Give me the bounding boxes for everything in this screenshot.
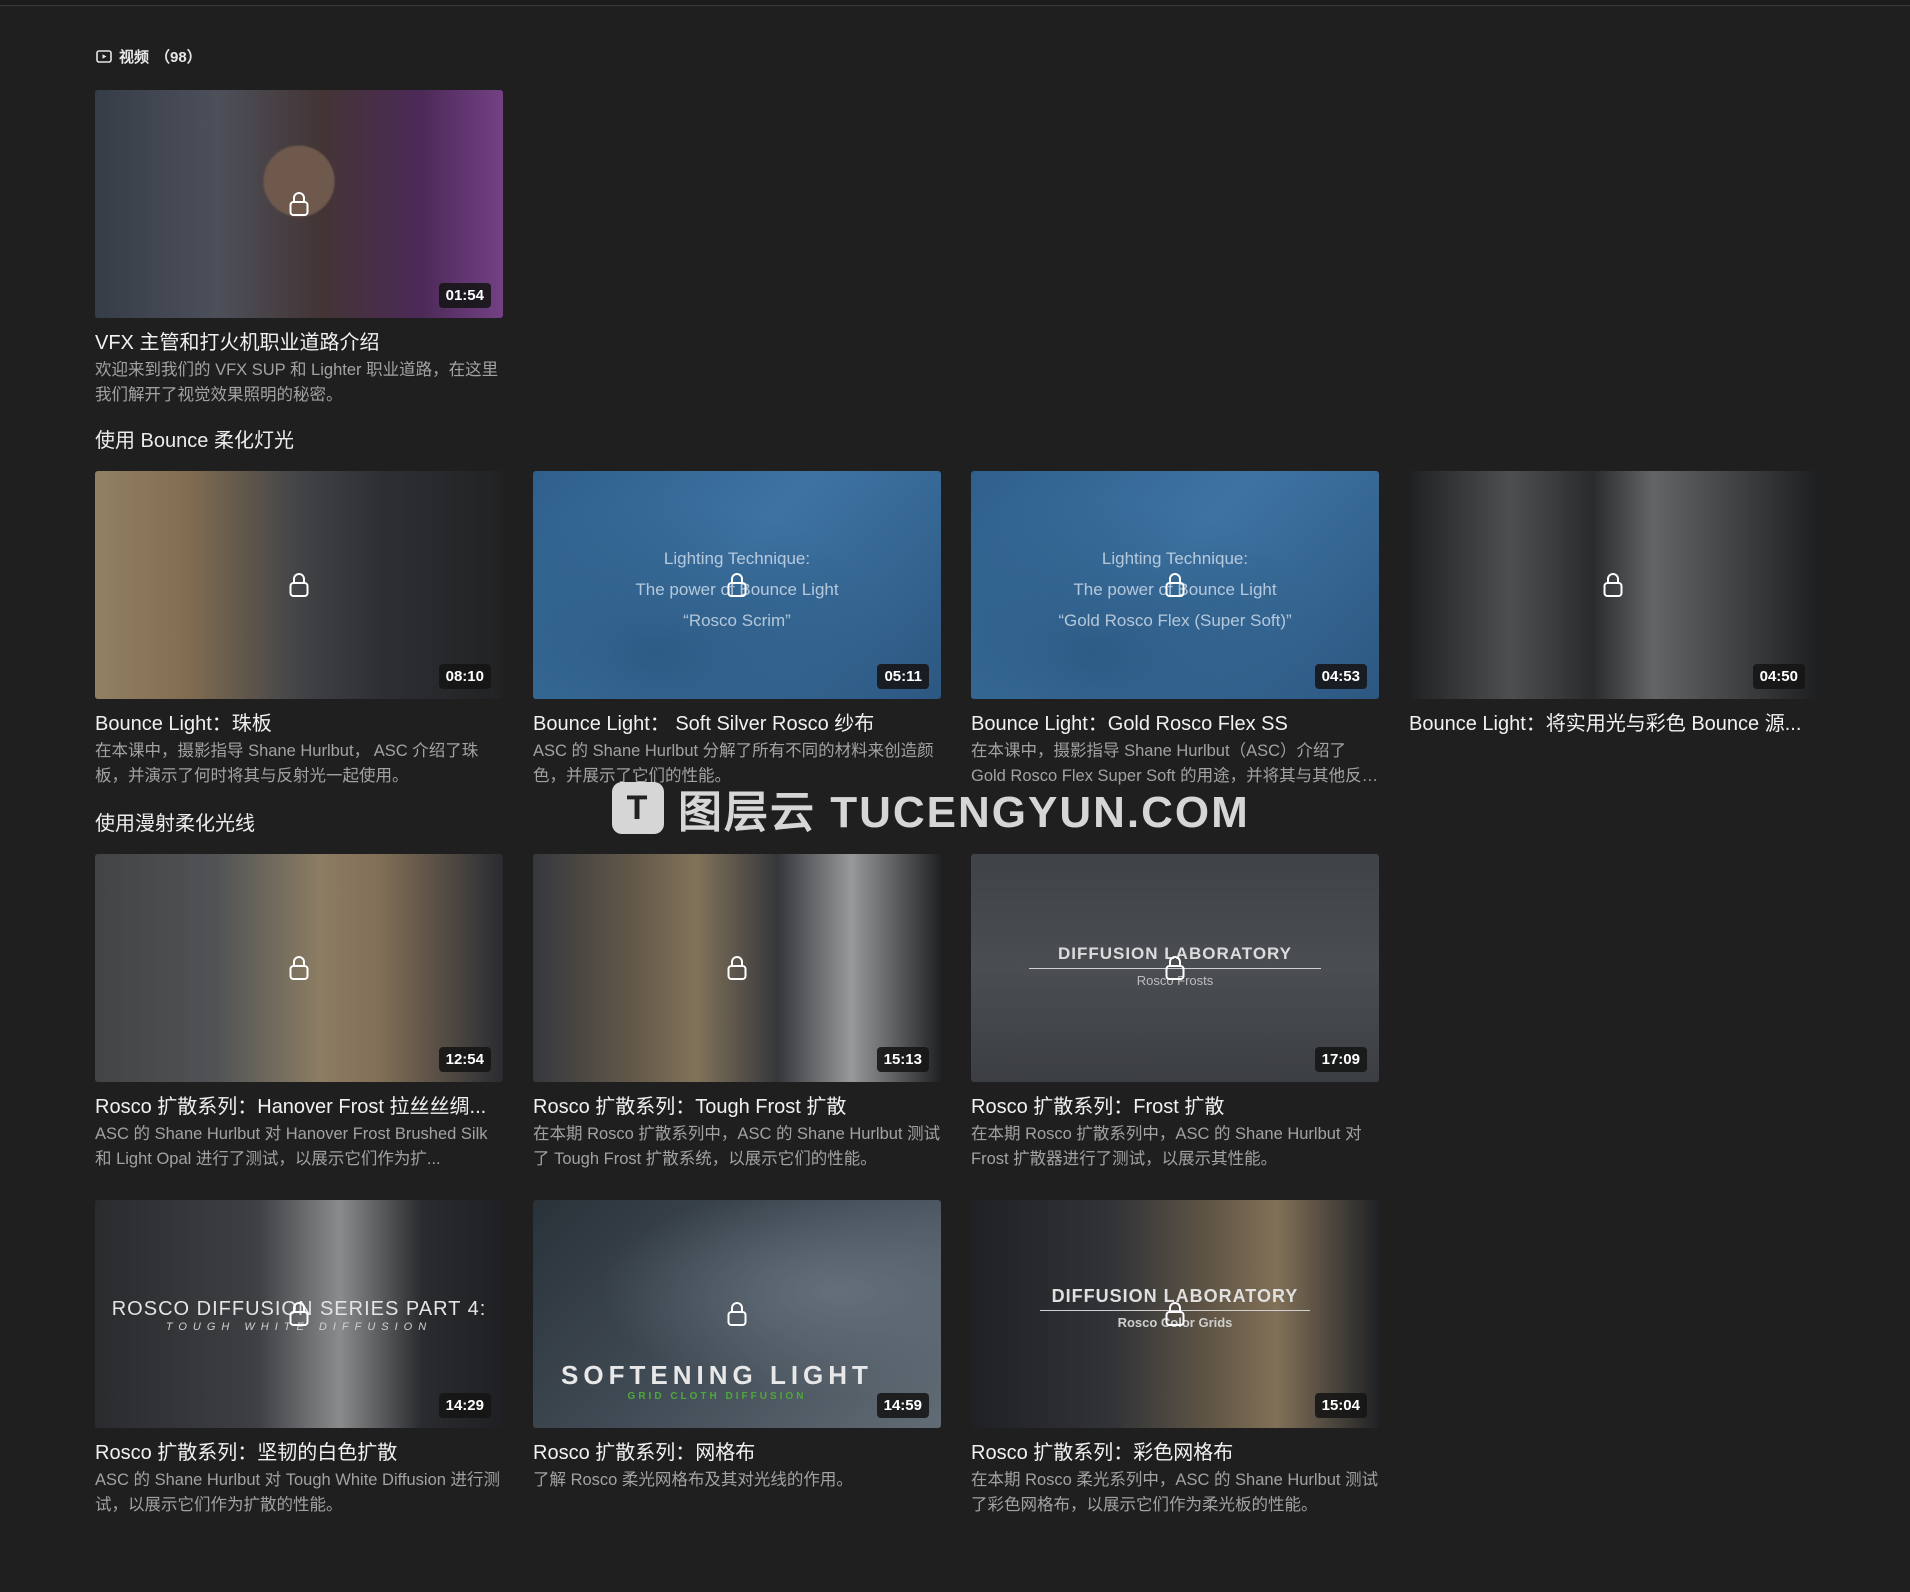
video-description: 欢迎来到我们的 VFX SUP 和 Lighter 职业道路，在这里我们解开了视… [95,361,499,404]
section-title-diffusion: 使用漫射柔化光线 [95,813,255,835]
duration-badge: 05:11 [877,664,929,689]
video-description: ASC 的 Shane Hurlbut 对 Hanover Frost Brus… [95,1125,488,1168]
video-thumbnail[interactable]: Lighting Technique: The power of Bounce … [533,471,941,699]
video-thumbnail[interactable]: 08:10 [95,471,503,699]
video-title[interactable]: VFX 主管和打火机职业道路介绍 [95,330,503,356]
video-description: 在本期 Rosco 扩散系列中，ASC 的 Shane Hurlbut 测试了 … [533,1125,941,1168]
lock-icon [289,956,309,980]
video-thumbnail[interactable]: Lighting Technique: The power of Bounce … [971,471,1379,699]
video-title[interactable]: Rosco 扩散系列：网格布 [533,1440,941,1466]
duration-badge: 17:09 [1314,1047,1367,1072]
video-thumbnail[interactable]: 01:54 [95,90,503,318]
video-title[interactable]: Bounce Light：Gold Rosco Flex SS [971,711,1379,737]
video-title[interactable]: Bounce Light： Soft Silver Rosco 纱布 [533,711,941,737]
video-description [1409,739,1817,789]
video-thumbnail[interactable]: 12:54 [95,854,503,1082]
video-card[interactable]: 15:13 Rosco 扩散系列：Tough Frost 扩散 在本期 Rosc… [533,854,941,1172]
video-thumbnail[interactable]: DIFFUSION LABORATORY Rosco Frosts 17:09 [971,854,1379,1082]
video-card[interactable]: DIFFUSION LABORATORY Rosco Frosts 17:09 … [971,854,1379,1172]
video-card[interactable]: 12:54 Rosco 扩散系列：Hanover Frost 拉丝丝绸... A… [95,854,503,1172]
lock-icon [289,192,309,216]
video-card[interactable]: ROSCO DIFFUSION SERIES PART 4: TOUGH WHI… [95,1200,503,1518]
video-card[interactable]: Lighting Technique: The power of Bounce … [971,471,1379,789]
videos-header-count: （98） [155,48,202,66]
video-title[interactable]: Bounce Light：将实用光与彩色 Bounce 源... [1409,711,1817,737]
lock-icon [727,573,747,597]
lock-icon [289,1302,309,1326]
duration-badge: 04:50 [1752,664,1805,689]
featured-video-card[interactable]: 01:54 VFX 主管和打火机职业道路介绍 欢迎来到我们的 VFX SUP 和… [95,90,503,408]
duration-badge: 01:54 [438,283,491,308]
lock-icon [727,1302,747,1326]
video-title[interactable]: Rosco 扩散系列：Hanover Frost 拉丝丝绸... [95,1094,503,1120]
section-grid-diffusion: 12:54 Rosco 扩散系列：Hanover Frost 拉丝丝绸... A… [95,854,1652,1518]
video-title[interactable]: Bounce Light：珠板 [95,711,503,737]
video-card[interactable]: Lighting Technique: The power of Bounce … [533,471,941,789]
lock-icon [1165,1302,1185,1326]
video-description: 在本期 Rosco 扩散系列中，ASC 的 Shane Hurlbut 对 Fr… [971,1125,1362,1168]
lock-icon [1165,573,1185,597]
top-divider [0,0,1910,6]
video-title[interactable]: Rosco 扩散系列：坚韧的白色扩散 [95,1440,503,1466]
video-thumbnail[interactable]: ROSCO DIFFUSION SERIES PART 4: TOUGH WHI… [95,1200,503,1428]
video-thumbnail[interactable]: 04:50 [1409,471,1817,699]
video-list: 视频 （98） 01:54 VFX 主管和打火机职业道路介绍 欢迎来到我们的 V… [95,44,1817,1518]
video-title[interactable]: Rosco 扩散系列：Tough Frost 扩散 [533,1094,941,1120]
video-icon [95,47,113,65]
video-card[interactable]: SOFTENING LIGHT GRID CLOTH DIFFUSION 14:… [533,1200,941,1518]
duration-badge: 14:29 [438,1393,491,1418]
duration-badge: 08:10 [438,664,491,689]
duration-badge: 04:53 [1314,664,1367,689]
video-description: 在本课中，摄影指导 Shane Hurlbut（ASC）介绍了 Gold Ros… [971,742,1379,785]
section-grid-bounce: 08:10 Bounce Light：珠板 在本课中，摄影指导 Shane Hu… [95,471,1817,789]
video-title[interactable]: Rosco 扩散系列：彩色网格布 [971,1440,1379,1466]
section-title-bounce: 使用 Bounce 柔化灯光 [95,430,294,452]
video-description: 了解 Rosco 柔光网格布及其对光线的作用。 [533,1471,853,1489]
video-card[interactable]: DIFFUSION LABORATORY Rosco Color Grids 1… [971,1200,1379,1518]
video-description: 在本课中，摄影指导 Shane Hurlbut， ASC 介绍了珠板，并演示了何… [95,742,479,785]
video-description: 在本期 Rosco 柔光系列中，ASC 的 Shane Hurlbut 测试了彩… [971,1471,1379,1514]
duration-badge: 14:59 [876,1393,929,1418]
video-description: ASC 的 Shane Hurlbut 分解了所有不同的材料来创造颜色，并展示了… [533,742,934,785]
video-card[interactable]: 04:50 Bounce Light：将实用光与彩色 Bounce 源... [1409,471,1817,789]
duration-badge: 15:13 [876,1047,929,1072]
video-thumbnail[interactable]: DIFFUSION LABORATORY Rosco Color Grids 1… [971,1200,1379,1428]
video-card[interactable]: 08:10 Bounce Light：珠板 在本课中，摄影指导 Shane Hu… [95,471,503,789]
lock-icon [1603,573,1623,597]
duration-badge: 15:04 [1314,1393,1367,1418]
lock-icon [289,573,309,597]
lock-icon [1165,956,1185,980]
lock-icon [727,956,747,980]
video-description: ASC 的 Shane Hurlbut 对 Tough White Diffus… [95,1471,501,1514]
video-thumbnail[interactable]: 15:13 [533,854,941,1082]
videos-header: 视频 （98） [95,44,1815,68]
video-title[interactable]: Rosco 扩散系列：Frost 扩散 [971,1094,1379,1120]
video-thumbnail[interactable]: SOFTENING LIGHT GRID CLOTH DIFFUSION 14:… [533,1200,941,1428]
duration-badge: 12:54 [438,1047,491,1072]
videos-header-label: 视频 [119,48,150,66]
